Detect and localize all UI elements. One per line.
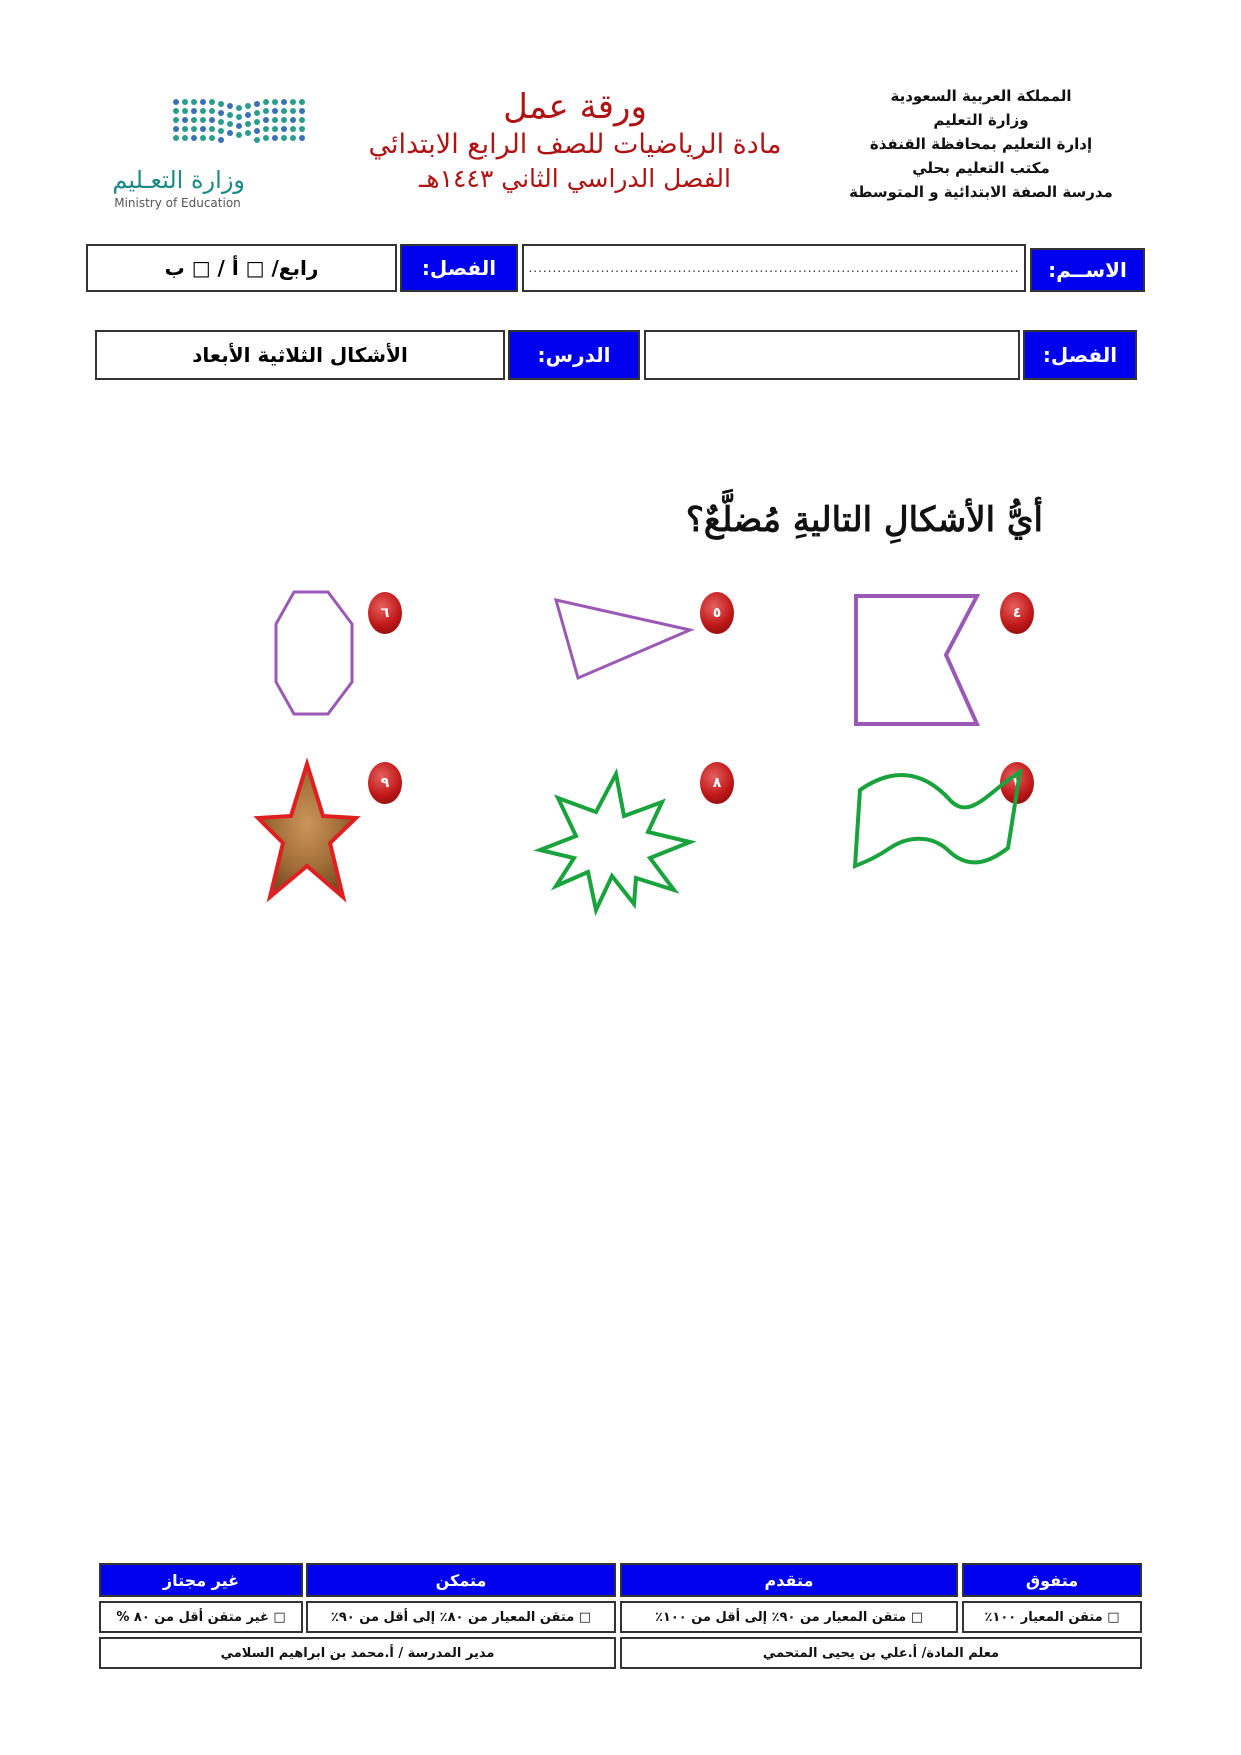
shape-octagon	[274, 590, 354, 716]
shape-wavy-flag	[852, 768, 1023, 870]
shape-flag-polygon	[854, 594, 981, 726]
shape-burst	[533, 768, 697, 917]
shape-star	[253, 757, 361, 903]
criteria-advanced[interactable]: □ متقن المعيار من ٩٠٪ إلى أقل من ١٠٠٪	[620, 1601, 958, 1633]
shape-triangle	[553, 597, 695, 681]
criteria-excellent[interactable]: □ متقن المعيار ١٠٠٪	[962, 1601, 1142, 1633]
teacher-name: معلم المادة/ أ.علي بن يحيى المتحمي	[620, 1637, 1142, 1669]
level-fail-header: غير مجتاز	[99, 1563, 303, 1597]
criteria-fail[interactable]: □ غير متقن أقل من ٨٠ %	[99, 1601, 303, 1633]
shapes-canvas	[253, 590, 1023, 917]
criteria-proficient[interactable]: □ متقن المعيار من ٨٠٪ إلى أقل من ٩٠٪	[306, 1601, 616, 1633]
level-proficient-header: متمكن	[306, 1563, 616, 1597]
principal-name: مدير المدرسة / أ.محمد بن ابراهيم السلامي	[99, 1637, 616, 1669]
level-excellent-header: متفوق	[962, 1563, 1142, 1597]
level-advanced-header: متقدم	[620, 1563, 958, 1597]
